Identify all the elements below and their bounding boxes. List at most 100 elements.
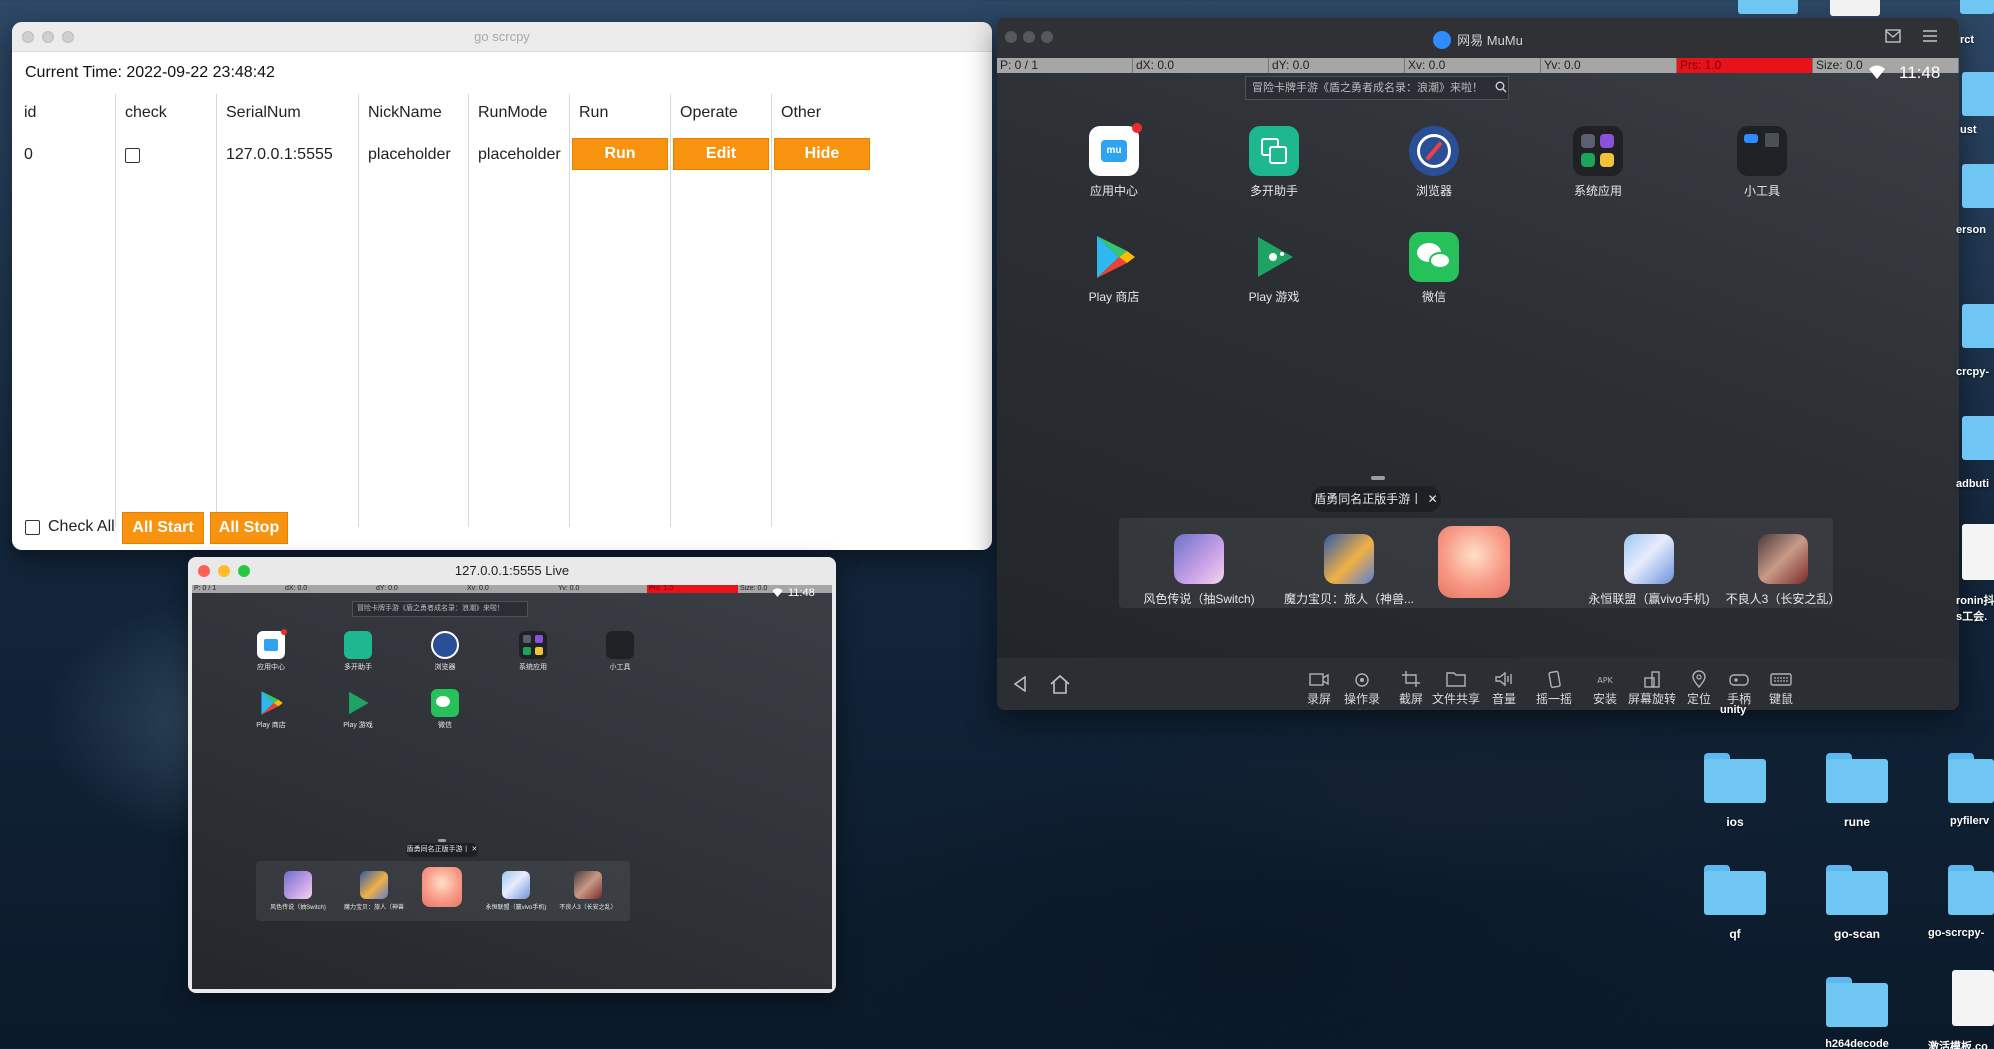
system-apps-folder[interactable]: 系统应用 (1558, 126, 1638, 199)
record-screen-tool[interactable]: 录屏 (1299, 670, 1339, 707)
edge-label[interactable]: ronin抖 (1956, 592, 1994, 608)
search-bar[interactable]: 冒险卡牌手游《盾之勇者成名录：浪潮》来啦！ (352, 601, 528, 617)
folder-icon[interactable] (1826, 977, 1888, 1027)
volume-tool[interactable]: 音量 (1484, 670, 1524, 707)
folder-icon[interactable] (1962, 72, 1994, 116)
file-icon[interactable] (1830, 0, 1880, 16)
folder-label[interactable]: qf (1680, 927, 1790, 941)
dock-game-item[interactable]: 不良人3（长安之乱） (552, 871, 624, 911)
pointer-count: P: 0 / 1 (997, 58, 1133, 73)
edge-label[interactable]: adbuti (1956, 478, 1989, 490)
title-bar[interactable]: go scrcpy (12, 22, 992, 52)
folder-icon[interactable] (1962, 164, 1994, 208)
multi-instance-app[interactable]: 多开助手 (1234, 126, 1314, 199)
folder-label[interactable]: pyfilerv (1950, 815, 1989, 827)
folder-icon[interactable] (1826, 753, 1888, 803)
macro-record-tool[interactable]: 操作录制 (1340, 670, 1384, 710)
screenshot-tool[interactable]: 截屏 (1391, 670, 1431, 707)
dx-readout: dX: 0.0 (1133, 58, 1269, 73)
close-icon[interactable]: ✕ (1428, 492, 1438, 506)
location-tool[interactable]: 定位 (1679, 670, 1719, 707)
folder-icon[interactable] (1948, 753, 1994, 803)
home-icon[interactable] (1049, 674, 1071, 694)
folder-label[interactable]: ios (1680, 815, 1790, 829)
edge-label[interactable]: s工会. (1956, 608, 1987, 624)
edge-label[interactable]: rct (1960, 34, 1974, 46)
folder-icon[interactable] (1962, 416, 1994, 460)
file-label[interactable]: 激活模板.co (1928, 1038, 1988, 1049)
edge-label[interactable]: crcpy- (1956, 366, 1989, 378)
play-games-app[interactable]: Play 游戏 (333, 689, 383, 730)
folder-icon[interactable] (1704, 753, 1766, 803)
dock-game-item[interactable]: 魔力宝贝：旅人（神兽 (338, 871, 410, 911)
folder-icon[interactable] (1960, 0, 1994, 14)
tools-folder[interactable]: 小工具 (595, 631, 645, 672)
rotate-screen-tool[interactable]: 屏幕旋转 (1627, 670, 1677, 707)
dock-game-item[interactable]: 永恒联盟（赢vivo手机) (1579, 534, 1719, 607)
play-store-app[interactable]: Play 商店 (1074, 232, 1154, 305)
wechat-app[interactable]: 微信 (1394, 232, 1474, 305)
play-store-app[interactable]: Play 商店 (246, 689, 296, 730)
folder-label[interactable]: h264decode (1802, 1038, 1912, 1049)
gamepad-tool[interactable]: 手柄 (1719, 670, 1759, 707)
edge-label[interactable]: ust (1960, 124, 1977, 136)
browser-app[interactable]: 浏览器 (1394, 126, 1474, 199)
app-store-app[interactable]: 应用中心 (246, 629, 296, 672)
promo-tooltip: 盾勇同名正版手游丨 ✕ (406, 843, 478, 857)
folder-label[interactable]: rune (1802, 815, 1912, 829)
file-share-tool[interactable]: 文件共享 (1431, 670, 1481, 707)
hide-button[interactable]: Hide (774, 138, 870, 170)
device-checkbox[interactable] (125, 148, 140, 163)
title-bar[interactable]: 网易 MuMu (997, 18, 1959, 58)
mail-icon[interactable] (1885, 29, 1901, 43)
search-bar[interactable]: 冒险卡牌手游《盾之勇者成名录：浪潮》来啦！ (1245, 76, 1509, 100)
close-icon[interactable]: ✕ (472, 846, 478, 853)
check-all-checkbox[interactable] (25, 520, 40, 535)
tools-folder[interactable]: 小工具 (1722, 126, 1802, 199)
system-apps-folder[interactable]: 系统应用 (508, 631, 558, 672)
drag-handle[interactable] (438, 839, 446, 842)
window-title: 127.0.0.1:5555 Live (454, 563, 570, 578)
dock-game-item[interactable]: 风色传说（抽Switch) (1129, 534, 1269, 607)
window-title: 网易 MuMu (1457, 33, 1523, 48)
browser-app[interactable]: 浏览器 (420, 631, 470, 672)
device-serial: 127.0.0.1:5555 (226, 146, 333, 163)
dock-game-item[interactable]: 永恒联盟（赢vivo手机) (480, 871, 552, 911)
keyboard-mouse-tool[interactable]: 键鼠 (1761, 670, 1801, 707)
folder-label[interactable]: go-scrcpy- (1928, 927, 1984, 939)
csv-file-icon[interactable] (1952, 970, 1994, 1026)
multi-instance-app[interactable]: 多开助手 (333, 631, 383, 672)
dock-game-item[interactable]: 不良人3（长安之乱） (1713, 534, 1853, 607)
drag-handle[interactable] (1371, 476, 1385, 480)
folder-icon[interactable] (1948, 865, 1994, 915)
run-button[interactable]: Run (572, 138, 668, 170)
emulator-screen[interactable]: 冒险卡牌手游《盾之勇者成名录：浪潮》来啦！ mu 应用中心 多开助手 浏览器 系… (997, 58, 1959, 658)
play-games-app[interactable]: Play 游戏 (1234, 232, 1314, 305)
folder-icon[interactable] (1738, 0, 1798, 14)
dock-game-item[interactable] (1429, 526, 1519, 598)
all-start-button[interactable]: All Start (122, 512, 204, 544)
folder-icon[interactable] (1704, 865, 1766, 915)
dock-game-item[interactable] (420, 867, 464, 907)
dock-game-item[interactable]: 魔力宝贝：旅人（神兽... (1279, 534, 1419, 607)
all-stop-button[interactable]: All Stop (210, 512, 288, 544)
game-icon (1624, 534, 1674, 584)
install-apk-tool[interactable]: APK 安装 (1585, 670, 1625, 707)
folder-icon[interactable] (1826, 865, 1888, 915)
search-icon[interactable] (1495, 81, 1507, 93)
folder-icon[interactable] (1962, 304, 1994, 348)
menu-icon[interactable] (1923, 30, 1937, 42)
check-all-label[interactable]: Check All (48, 518, 115, 536)
edit-button[interactable]: Edit (673, 138, 769, 170)
mirrored-screen[interactable]: P: 0 / 1 dX: 0.0 dY: 0.0 Xv: 0.0 Yv: 0.0… (192, 585, 832, 989)
shake-tool[interactable]: 摇一摇 (1534, 670, 1574, 707)
wechat-app[interactable]: 微信 (420, 689, 470, 730)
folder-label[interactable]: go-scan (1802, 927, 1912, 941)
window-title: go scrcpy (474, 29, 530, 44)
edge-label[interactable]: erson (1956, 224, 1986, 236)
csv-file-icon[interactable] (1962, 524, 1994, 580)
app-store-app[interactable]: mu 应用中心 (1074, 123, 1154, 199)
dock-game-item[interactable]: 风色传说（抽Switch) (262, 871, 334, 911)
back-icon[interactable] (1013, 676, 1027, 692)
edge-label[interactable]: unity (1720, 704, 1746, 716)
